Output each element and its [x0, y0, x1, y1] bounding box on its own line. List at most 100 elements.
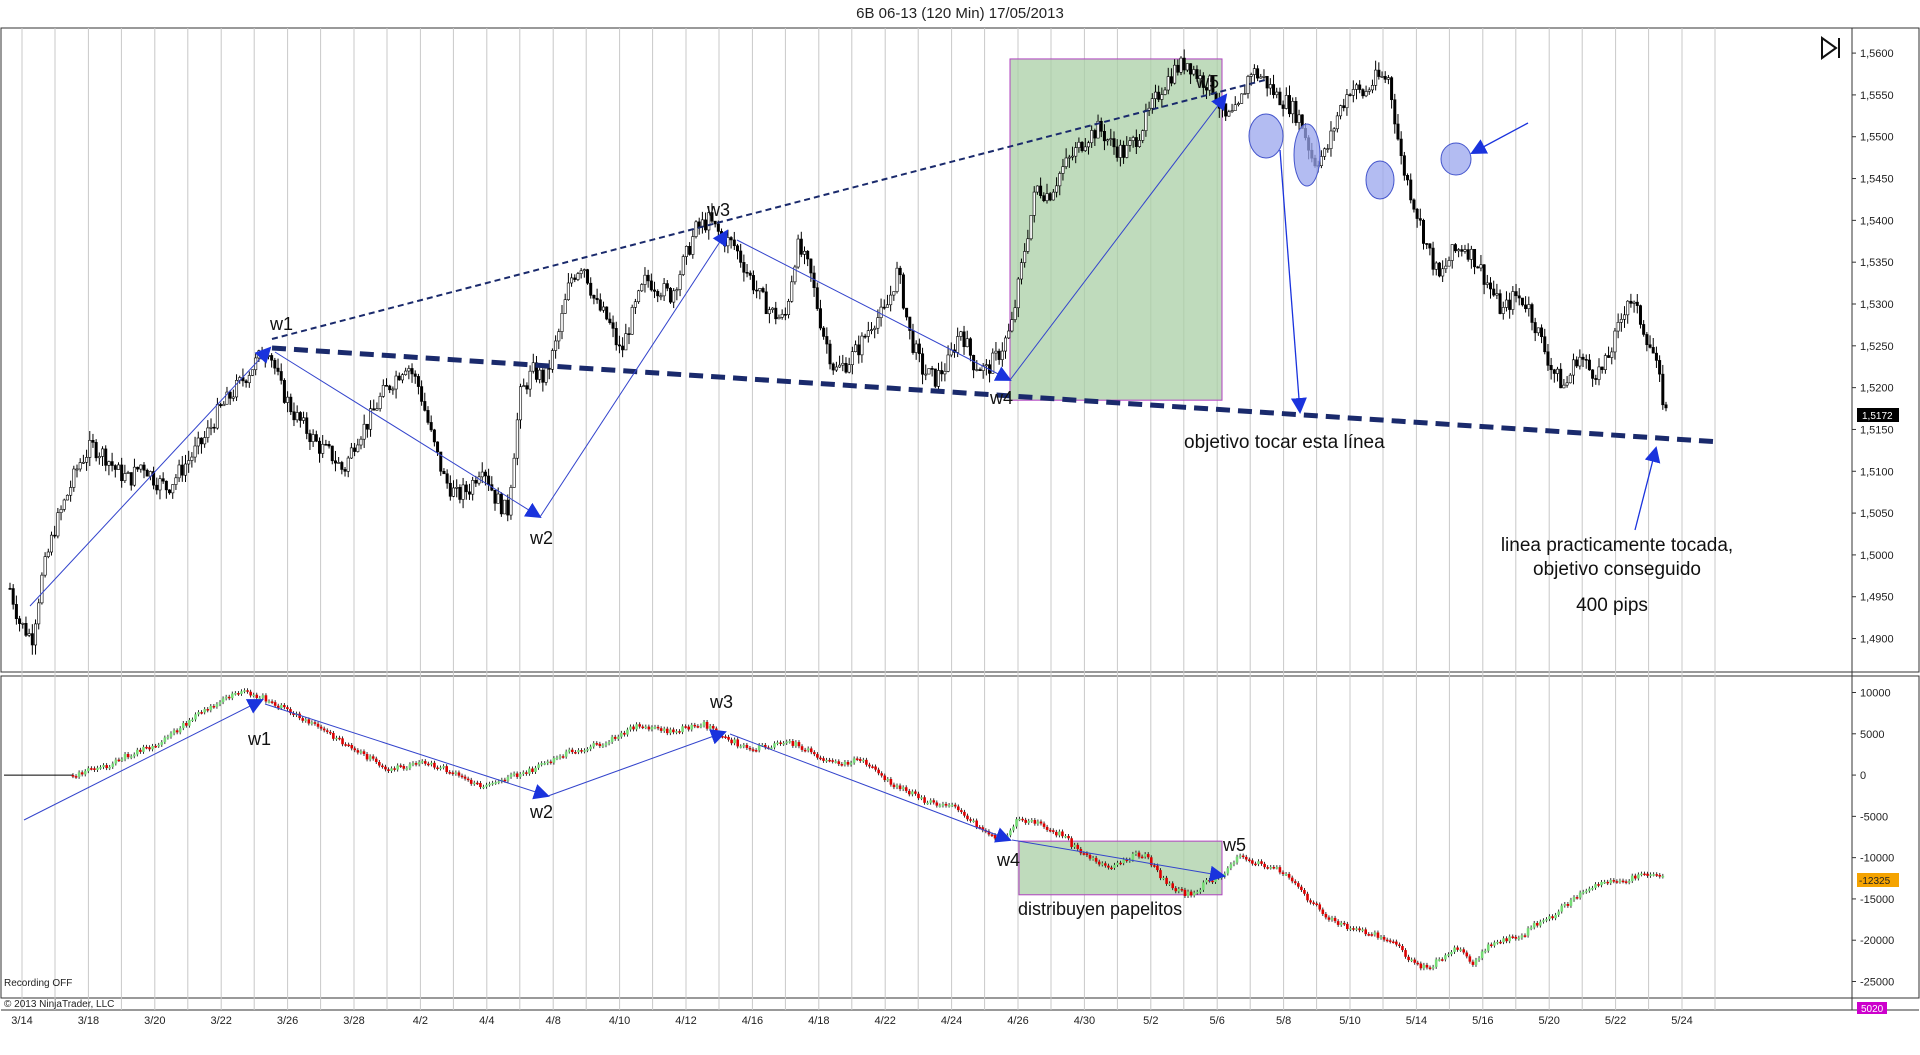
candle-body [318, 440, 322, 454]
jump-to-end-icon[interactable] [1821, 36, 1840, 60]
indicator-bar [1477, 958, 1481, 960]
indicator-bar [350, 745, 354, 749]
indicator-wave-line [264, 703, 550, 800]
candle-body [388, 385, 392, 391]
y-tick-label: 1,5400 [1860, 215, 1894, 227]
indicator-bar [378, 761, 381, 766]
indicator-bar [1336, 921, 1340, 925]
label-w1: w1 [269, 314, 293, 334]
candle-body [400, 374, 404, 381]
candle-body [273, 359, 277, 369]
indicator-bar [675, 731, 678, 733]
candle-body [873, 327, 877, 330]
indicator-bar [1499, 941, 1502, 944]
candle-body [40, 574, 44, 604]
candle-body [917, 343, 921, 355]
indicator-bar [1471, 961, 1475, 965]
candle-body [65, 494, 69, 501]
indicator-bar [1309, 900, 1312, 903]
candle-body [177, 464, 181, 479]
candle-body [640, 284, 644, 292]
y-tick-label: 1,5200 [1860, 383, 1894, 395]
indicator-bar [1388, 940, 1392, 942]
candle-body [298, 412, 302, 421]
indicator-bar [1012, 826, 1015, 831]
candle-body [1485, 282, 1489, 285]
candle-body [1549, 365, 1553, 371]
indicator-bar [1385, 939, 1389, 942]
indicator-bar [1005, 835, 1009, 839]
candle-body [761, 288, 765, 293]
indicator-bar [503, 779, 507, 782]
indicator-bar [944, 803, 948, 806]
candle-body [27, 633, 31, 636]
candle-body [716, 223, 720, 232]
candle-body [554, 340, 558, 351]
indicator-bar [1070, 838, 1073, 847]
indicator-bar [442, 766, 445, 768]
candle-body [1287, 95, 1291, 115]
indicator-bar [224, 696, 228, 699]
indicator-bar [1168, 883, 1171, 885]
candle-body [474, 480, 478, 484]
candle-body [1584, 359, 1588, 361]
indicator-bar [1177, 888, 1181, 892]
y-tick-label: 1,4900 [1860, 634, 1894, 646]
indicator-bar [371, 756, 375, 759]
candle-body [14, 604, 18, 620]
indicator-bar [212, 706, 216, 708]
candle-body [1431, 247, 1435, 270]
candle-body [464, 484, 468, 493]
indicator-bar [1618, 880, 1622, 883]
candle-body [193, 445, 197, 458]
label-ind-w1: w1 [247, 729, 271, 749]
candle-body [1457, 249, 1461, 252]
candle-body [541, 369, 545, 383]
indicator-bar [191, 719, 194, 721]
candle-body [362, 423, 366, 440]
indicator-bar [1627, 881, 1631, 883]
indicator-bar [454, 772, 458, 774]
copyright: © 2013 NinjaTrader, LLC [4, 999, 114, 1010]
candle-body [927, 368, 931, 375]
indicator-bar [488, 783, 491, 786]
indicator-bar [335, 737, 338, 740]
indicator-bar [1419, 963, 1423, 969]
candle-body [509, 487, 513, 516]
indicator-bar [638, 724, 641, 727]
indicator-bar [381, 765, 384, 768]
x-tick-label: 3/26 [277, 1015, 298, 1027]
indicator-bar [105, 765, 108, 769]
indicator-bar [476, 782, 479, 785]
candle-body [1482, 264, 1486, 285]
candle-body [442, 470, 446, 475]
candle-body [426, 410, 430, 423]
candle-body [1422, 219, 1426, 244]
candle-body [506, 499, 510, 516]
result-label-line1: linea practicamente tocada, [1501, 535, 1733, 556]
indicator-bar [96, 767, 99, 770]
candle-body [365, 423, 369, 430]
indicator-bar [534, 767, 537, 772]
indicator-bar [555, 757, 559, 760]
label-w3: w3 [706, 200, 730, 220]
indicator-bar [537, 764, 540, 768]
indicator-bar [607, 741, 611, 744]
indicator-bar [1238, 855, 1242, 858]
indicator-bar [898, 785, 902, 790]
chart-canvas[interactable]: 1,4900 1,4950 1,5000 1,5050 1,5100 1,5150 1,52… [0, 0, 1920, 1055]
indicator-bar [427, 763, 430, 766]
indicator-bar [871, 766, 874, 768]
indicator-bar [237, 693, 240, 695]
x-axis[interactable]: 3/14 3/18 3/20 3/22 3/26 3/28 4/2 4/4 4/8 4/10 4/1… [11, 1015, 1692, 1027]
indicator-bar [1358, 928, 1361, 931]
candle-body [101, 448, 105, 457]
candle-body [921, 353, 925, 375]
indicator-bar [1330, 917, 1334, 920]
indicator-bar [83, 771, 87, 775]
candle-body [742, 262, 746, 273]
indicator-bar [1183, 889, 1187, 896]
indicator-bar [1575, 897, 1579, 899]
candle-body [787, 301, 791, 316]
candle-body [452, 487, 456, 497]
